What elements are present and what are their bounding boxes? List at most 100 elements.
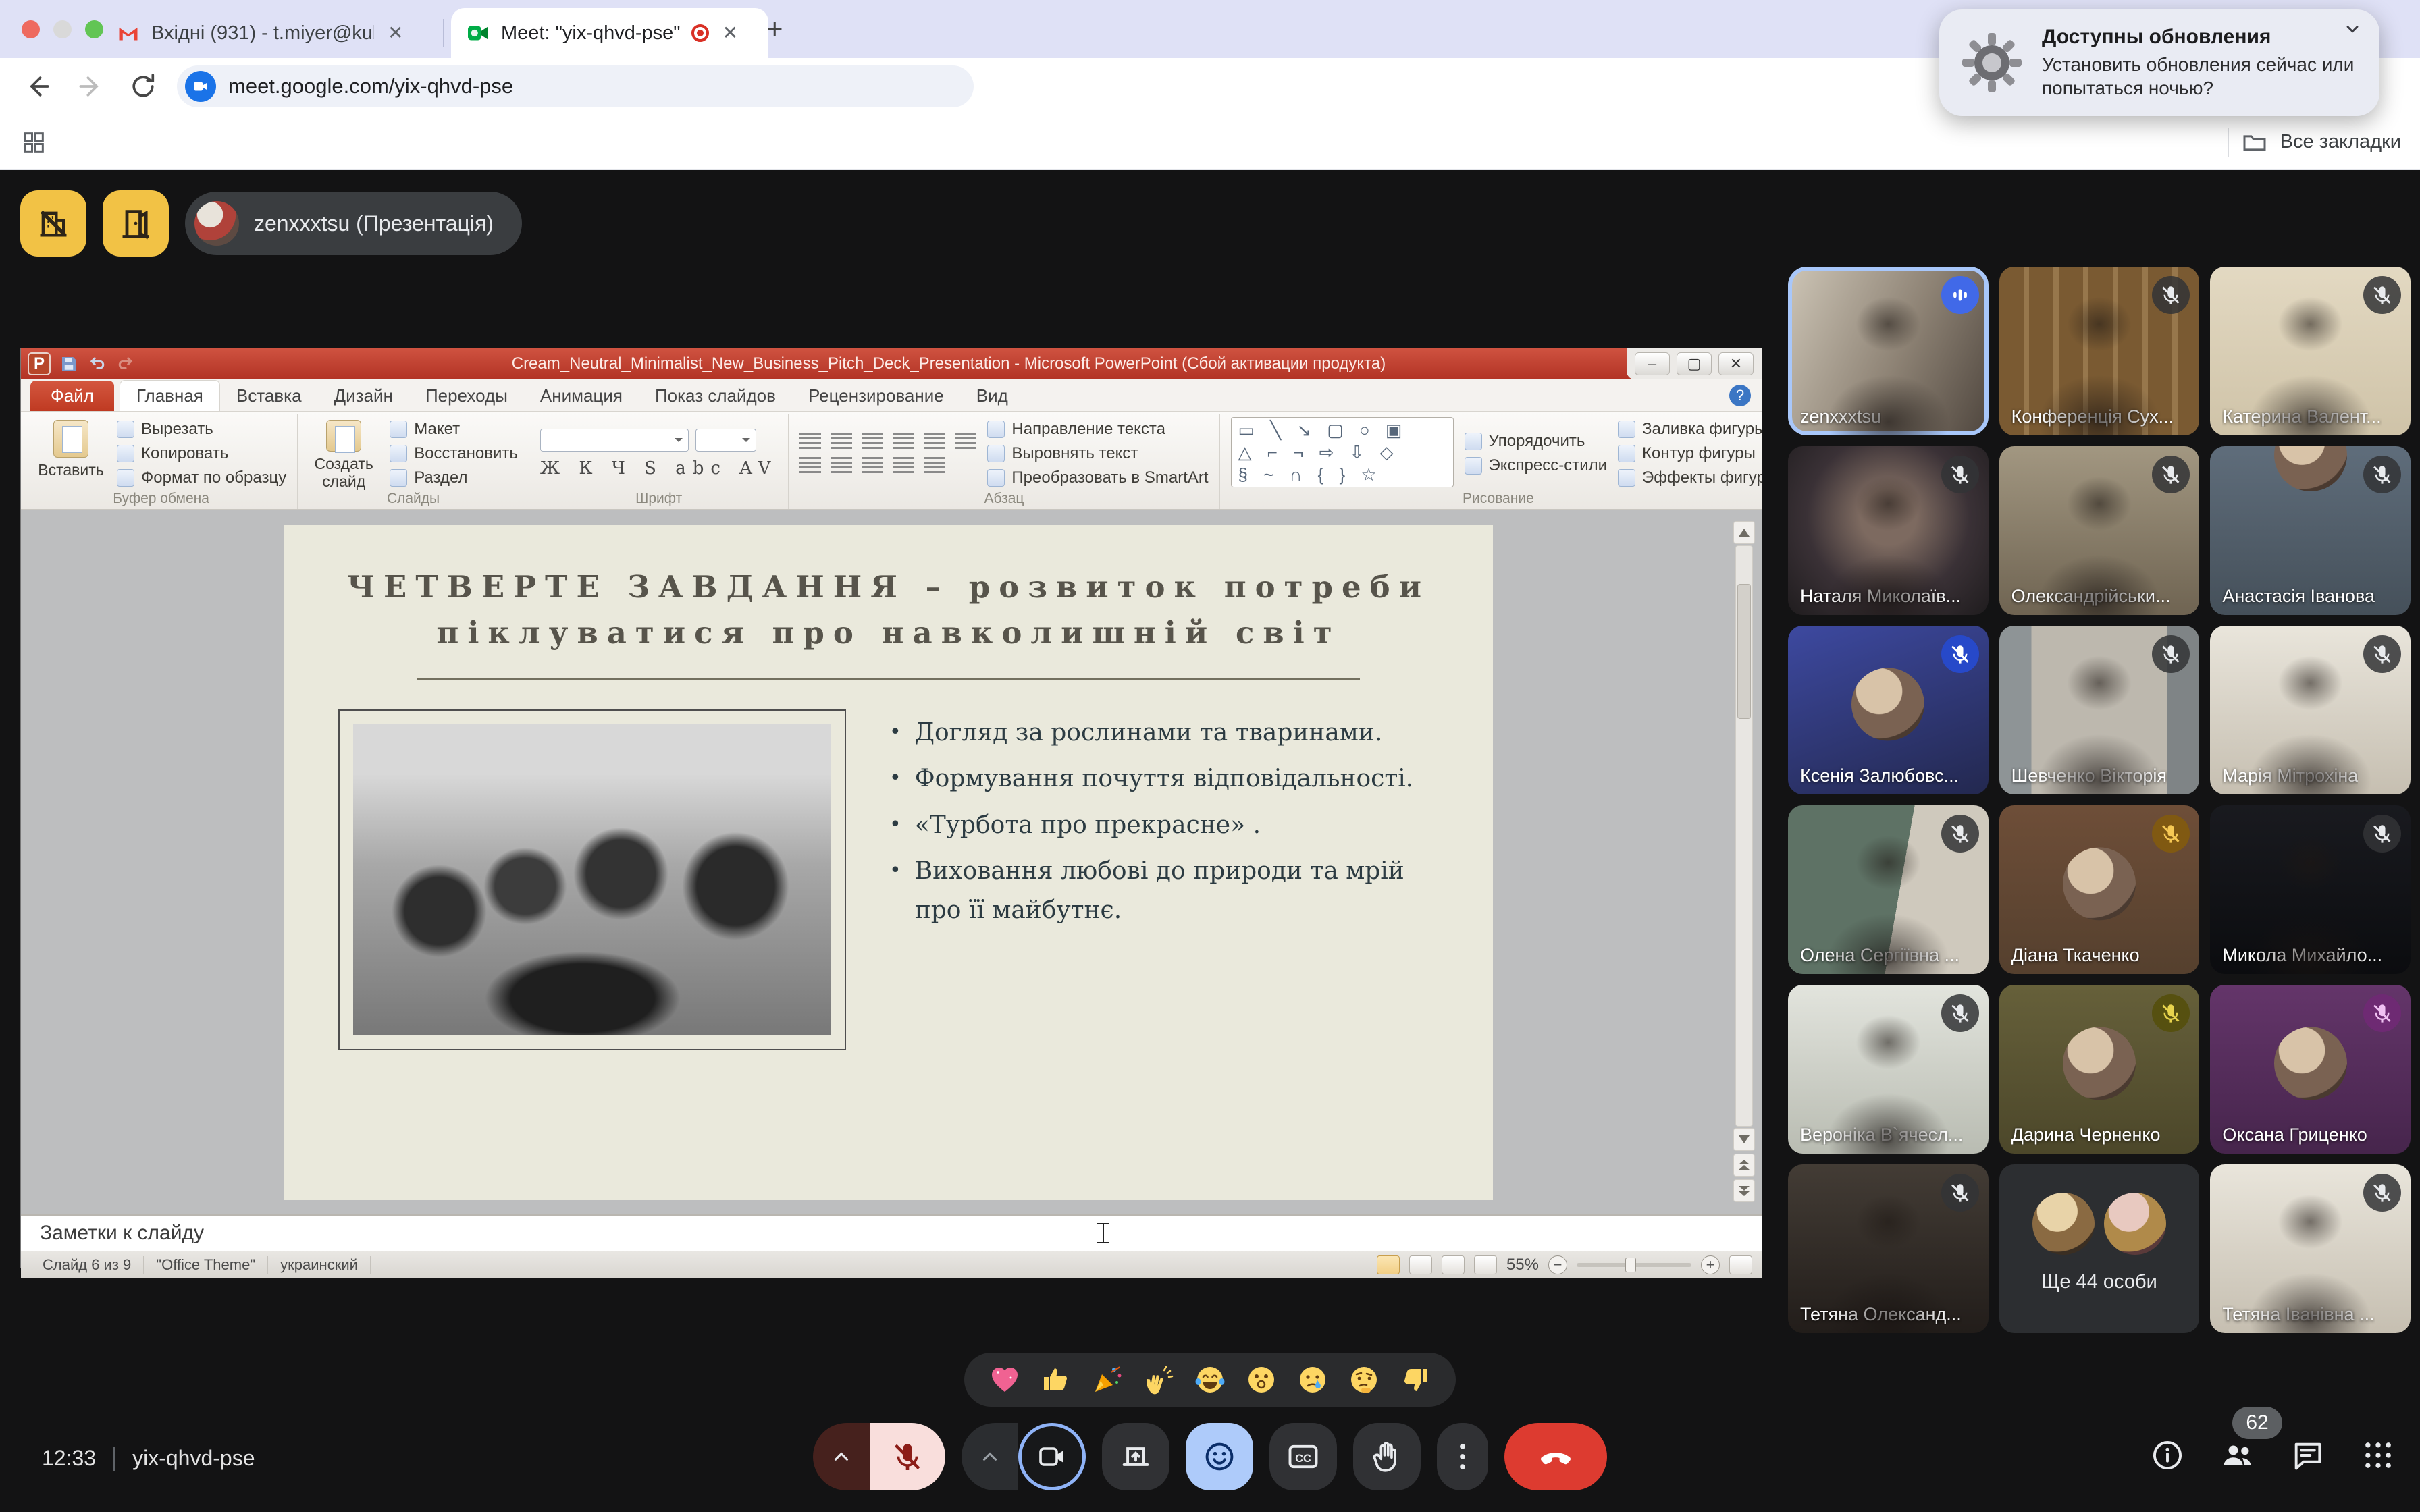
participant-tile[interactable]: Тетяна Олександ... bbox=[1788, 1164, 1989, 1333]
participant-tile[interactable]: zenxxxtsu bbox=[1788, 267, 1989, 435]
ribbon-button[interactable]: Направление текста bbox=[987, 420, 1208, 439]
tab-Рецензирование[interactable]: Рецензирование bbox=[792, 381, 960, 411]
reading-view-button[interactable] bbox=[1442, 1256, 1465, 1274]
tab-Вставка[interactable]: Вставка bbox=[220, 381, 318, 411]
participant-tile[interactable]: Олена Сергіївна ... bbox=[1788, 805, 1989, 974]
font-style-buttons[interactable]: Ж К Ч S abc AV bbox=[540, 458, 778, 479]
captions-button[interactable]: CC bbox=[1269, 1423, 1337, 1490]
tab-Переходы[interactable]: Переходы bbox=[409, 381, 524, 411]
tab-gmail[interactable]: Вхідні (931) - t.miyer@kubg.e ✕ bbox=[101, 8, 450, 58]
ribbon-button[interactable]: Контур фигуры bbox=[1618, 444, 1762, 463]
normal-view-button[interactable] bbox=[1377, 1256, 1400, 1274]
previous-slide-icon[interactable] bbox=[1733, 1154, 1755, 1177]
more-options-button[interactable] bbox=[1437, 1423, 1488, 1490]
theme-name[interactable]: "Office Theme" bbox=[144, 1256, 268, 1274]
reaction-face-crying-button[interactable] bbox=[1296, 1364, 1329, 1396]
scrollbar-thumb[interactable] bbox=[1737, 584, 1751, 719]
undo-icon[interactable] bbox=[87, 354, 107, 374]
apps-shortcut-icon[interactable] bbox=[20, 129, 47, 156]
reaction-thumbs-up-button[interactable] bbox=[1040, 1364, 1072, 1396]
reload-icon[interactable] bbox=[128, 72, 158, 101]
participant-tile[interactable]: Конференція Сух... bbox=[1999, 267, 2200, 435]
new-slide-button[interactable]: Создать слайд bbox=[309, 417, 379, 490]
zoom-slider[interactable] bbox=[1625, 1258, 1636, 1272]
participant-tile[interactable]: Діана Ткаченко bbox=[1999, 805, 2200, 974]
save-icon[interactable] bbox=[59, 354, 79, 374]
chat-button[interactable] bbox=[2290, 1438, 2325, 1473]
close-button[interactable]: ✕ bbox=[1718, 352, 1754, 375]
align-buttons[interactable] bbox=[799, 457, 976, 475]
font-name-select[interactable] bbox=[540, 429, 689, 452]
info-button[interactable] bbox=[2150, 1438, 2185, 1473]
zoom-window-button[interactable] bbox=[85, 20, 103, 38]
mute-button[interactable] bbox=[870, 1423, 945, 1490]
participant-tile[interactable]: Ще 44 особи bbox=[1999, 1164, 2200, 1333]
ribbon-button[interactable]: Вырезать bbox=[117, 420, 286, 439]
reaction-party-popper-button[interactable] bbox=[1091, 1364, 1124, 1396]
participant-tile[interactable]: Анастасія Іванова bbox=[2210, 446, 2411, 615]
ribbon-button[interactable]: Формат по образцу bbox=[117, 468, 286, 487]
all-bookmarks-button[interactable]: Все закладки bbox=[2280, 131, 2401, 153]
leave-call-button[interactable] bbox=[1504, 1423, 1607, 1490]
participant-tile[interactable]: Марія Мітрохіна bbox=[2210, 626, 2411, 794]
camera-button[interactable] bbox=[1018, 1423, 1086, 1490]
list-buttons[interactable] bbox=[799, 433, 976, 450]
tab-Показ слайдов[interactable]: Показ слайдов bbox=[639, 381, 792, 411]
ribbon-button[interactable]: Выровнять текст bbox=[987, 444, 1208, 463]
minimize-button[interactable]: – bbox=[1635, 352, 1670, 375]
activities-button[interactable] bbox=[2361, 1438, 2396, 1473]
camera-permission-icon[interactable] bbox=[185, 71, 216, 102]
url-bar[interactable]: meet.google.com/yix-qhvd-pse bbox=[177, 65, 974, 107]
presenter-pill[interactable]: zenxxxtsu (Презентація) bbox=[185, 192, 522, 255]
reactions-toggle-button[interactable] bbox=[1186, 1423, 1253, 1490]
update-notification[interactable]: Доступны обновления Установить обновлени… bbox=[1939, 9, 2379, 116]
maximize-button[interactable]: ▢ bbox=[1677, 352, 1712, 375]
back-icon[interactable] bbox=[23, 72, 53, 101]
ribbon-button[interactable]: Преобразовать в SmartArt bbox=[987, 468, 1208, 487]
slide-sorter-view-button[interactable] bbox=[1409, 1256, 1432, 1274]
present-button[interactable] bbox=[1102, 1423, 1169, 1490]
ribbon-button[interactable]: Эффекты фигур bbox=[1618, 468, 1762, 487]
tab-Анимация[interactable]: Анимация bbox=[524, 381, 639, 411]
ribbon-button[interactable]: Упорядочить bbox=[1465, 432, 1608, 451]
reaction-face-thinking-button[interactable] bbox=[1348, 1364, 1380, 1396]
tab-Дизайн[interactable]: Дизайн bbox=[318, 381, 409, 411]
participant-tile[interactable]: Ксенія Залюбовс... bbox=[1788, 626, 1989, 794]
help-icon[interactable]: ? bbox=[1729, 385, 1751, 406]
ribbon-button[interactable]: Экспресс-стили bbox=[1465, 456, 1608, 475]
zoom-out-button[interactable]: − bbox=[1548, 1256, 1567, 1274]
slide-scrollbar[interactable] bbox=[1732, 520, 1756, 1204]
mic-options-button[interactable] bbox=[813, 1423, 870, 1490]
zoom-in-button[interactable]: + bbox=[1701, 1256, 1720, 1274]
paste-button[interactable]: Вставить bbox=[36, 417, 106, 490]
companion-mode-button[interactable] bbox=[20, 190, 86, 256]
close-tab-icon[interactable]: ✕ bbox=[720, 21, 741, 45]
close-tab-icon[interactable]: ✕ bbox=[385, 21, 406, 45]
ribbon-button[interactable]: Макет bbox=[390, 420, 518, 439]
ribbon-button[interactable]: Раздел bbox=[390, 468, 518, 487]
slideshow-view-button[interactable] bbox=[1474, 1256, 1497, 1274]
reaction-face-surprised-button[interactable] bbox=[1245, 1364, 1278, 1396]
participant-tile[interactable]: Оксана Гриценко bbox=[2210, 985, 2411, 1154]
new-tab-button[interactable]: + bbox=[766, 15, 783, 43]
participant-tile[interactable]: Вероніка В`ячесл... bbox=[1788, 985, 1989, 1154]
open-room-button[interactable] bbox=[103, 190, 169, 256]
fit-to-window-button[interactable] bbox=[1729, 1256, 1752, 1274]
reaction-clapping-hands-button[interactable] bbox=[1142, 1364, 1175, 1396]
chevron-down-icon[interactable] bbox=[2343, 19, 2362, 38]
language-indicator[interactable]: украинский bbox=[268, 1256, 371, 1274]
redo-icon[interactable] bbox=[115, 354, 136, 374]
participant-tile[interactable]: Катерина Валент... bbox=[2210, 267, 2411, 435]
reaction-face-joy-button[interactable] bbox=[1194, 1364, 1226, 1396]
raise-hand-button[interactable] bbox=[1353, 1423, 1421, 1490]
slide[interactable]: ЧЕТВЕРТЕ ЗАВДАННЯ – розвиток потреби пік… bbox=[284, 525, 1493, 1200]
participant-tile[interactable]: Шевченко Вікторія bbox=[1999, 626, 2200, 794]
participant-tile[interactable]: Дарина Черненко bbox=[1999, 985, 2200, 1154]
minimize-window-button[interactable] bbox=[53, 20, 72, 38]
reaction-thumbs-down-button[interactable] bbox=[1399, 1364, 1431, 1396]
ribbon-button[interactable]: Заливка фигуры bbox=[1618, 420, 1762, 439]
people-button[interactable] bbox=[2220, 1438, 2255, 1473]
participant-tile[interactable]: Тетяна Іванівна ... bbox=[2210, 1164, 2411, 1333]
tab-Главная[interactable]: Главная bbox=[120, 380, 220, 411]
reaction-sparkling-heart-button[interactable] bbox=[989, 1364, 1021, 1396]
